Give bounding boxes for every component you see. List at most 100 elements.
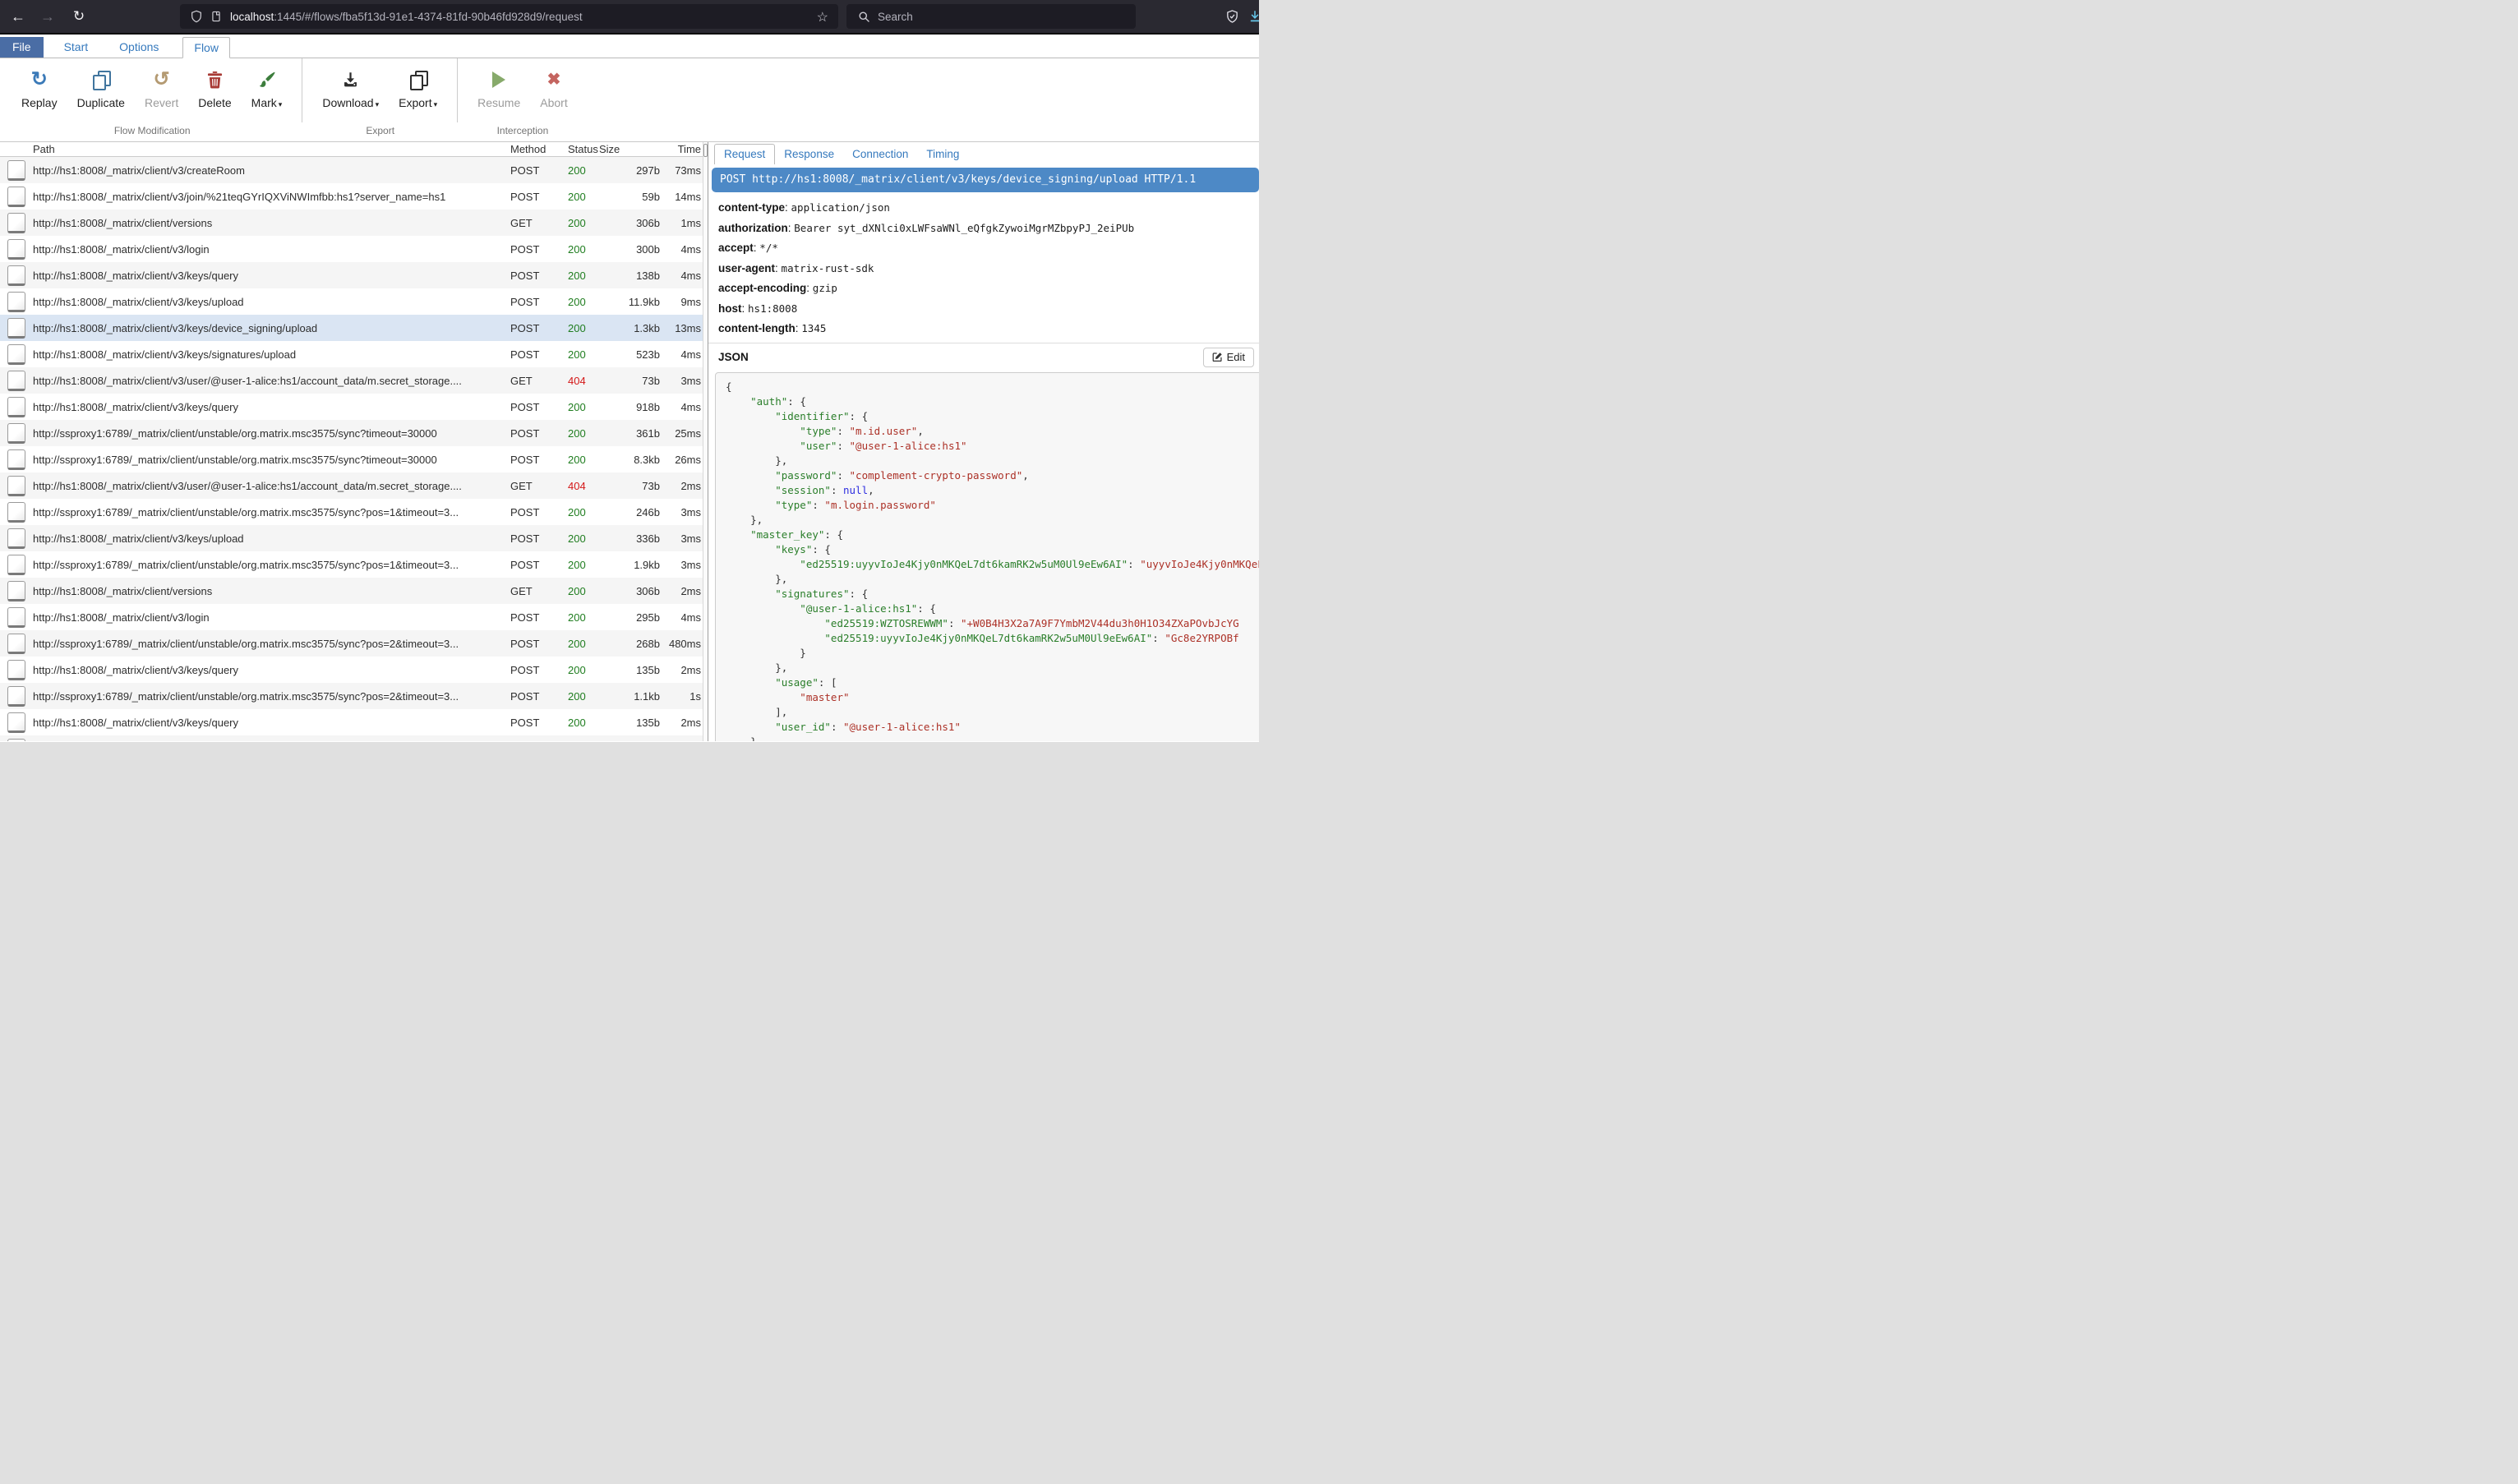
flow-row[interactable]: http://hs1:8008/_matrix/client/versionsG…: [0, 578, 708, 604]
abort-button[interactable]: ✖Abort: [530, 63, 577, 122]
flow-document-icon: [7, 265, 25, 286]
flow-method: GET: [510, 217, 558, 229]
flow-document-icon: [7, 449, 25, 470]
flow-row[interactable]: http://hs1:8008/_matrix/client/v3/keys/q…: [0, 657, 708, 683]
flow-row[interactable]: http://ssproxy1:6789/_matrix/client/unst…: [0, 551, 708, 578]
flow-row[interactable]: http://ssproxy1:6789/_matrix/client/unst…: [0, 420, 708, 446]
flow-document-icon: [7, 239, 25, 260]
flow-list-scrollbar[interactable]: [703, 142, 708, 741]
mark-button[interactable]: Mark▾: [242, 63, 293, 122]
request-header: accept: */*: [718, 242, 1259, 255]
flow-method: POST: [510, 454, 558, 466]
flow-time: 3ms: [660, 506, 701, 518]
flow-row[interactable]: http://hs1:8008/_matrix/client/v3/loginP…: [0, 236, 708, 262]
detail-tabs: RequestResponseConnectionTiming: [714, 144, 1259, 164]
forward-icon[interactable]: →: [36, 0, 59, 33]
flow-method: POST: [510, 690, 558, 703]
flow-size: 306b: [599, 217, 660, 229]
flow-status: 200: [558, 611, 599, 624]
flow-row[interactable]: http://hs1:8008/_matrix/client/v3/keys/q…: [0, 709, 708, 735]
header-value: matrix-rust-sdk: [782, 262, 874, 274]
flow-row[interactable]: http://hs1:8008/_matrix/client/v3/create…: [0, 157, 708, 183]
flow-row[interactable]: http://hs1:8008/_matrix/client/versionsG…: [0, 210, 708, 236]
flow-status: 200: [558, 638, 599, 650]
flow-time: 73ms: [660, 164, 701, 177]
flow-status: 200: [558, 217, 599, 229]
flow-method: POST: [510, 401, 558, 413]
flow-method: POST: [510, 322, 558, 334]
menu-tab-file[interactable]: File: [0, 37, 44, 58]
flow-row[interactable]: http://hs1:8008/_matrix/client/v3/keys/q…: [0, 394, 708, 420]
detail-tab-timing[interactable]: Timing: [917, 145, 968, 164]
url-bar[interactable]: localhost:1445/#/flows/fba5f13d-91e1-437…: [180, 4, 838, 29]
toolbar-group-export: Download▾Export▾Export: [302, 58, 458, 141]
flow-row[interactable]: http://ssproxy1:6789/_matrix/client/unst…: [0, 446, 708, 472]
flow-time: 4ms: [660, 401, 701, 413]
flow-status: 200: [558, 690, 599, 703]
flow-row[interactable]: http://hs1:8008/_matrix/client/v3/keys/s…: [0, 341, 708, 367]
scrollbar-thumb[interactable]: [703, 144, 708, 157]
flow-row[interactable]: http://hs1:8008/_matrix/client/v3/join/%…: [0, 183, 708, 210]
flow-method: POST: [510, 506, 558, 518]
flow-path: http://hs1:8008/_matrix/client/versions: [33, 217, 510, 229]
flow-row[interactable]: http://hs1:8008/_matrix/client/v3/keys/u…: [0, 525, 708, 551]
flow-row[interactable]: http://hs1:8008/_matrix/client/v3/loginP…: [0, 604, 708, 630]
flow-method: POST: [510, 664, 558, 676]
flow-path: http://hs1:8008/_matrix/client/v3/keys/u…: [33, 296, 510, 308]
flow-time: 1s: [660, 690, 701, 703]
star-icon[interactable]: ☆: [817, 9, 828, 25]
flow-time: 2ms: [660, 717, 701, 729]
flow-status: 200: [558, 717, 599, 729]
detail-tab-request[interactable]: Request: [714, 144, 775, 164]
flow-size: 306b: [599, 585, 660, 597]
search-bar[interactable]: Search: [846, 4, 1136, 29]
duplicate-icon: [93, 63, 109, 96]
replay-icon: ↻: [31, 63, 48, 96]
flow-document-icon: [7, 371, 25, 391]
detail-tab-response[interactable]: Response: [775, 145, 843, 164]
back-icon[interactable]: ←: [7, 0, 30, 33]
flow-row[interactable]: http://hs1:8008/_matrix/client/v3/user/@…: [0, 367, 708, 394]
menu-tab-start[interactable]: Start: [53, 37, 99, 58]
edit-button[interactable]: Edit: [1203, 348, 1254, 367]
export-button[interactable]: Export▾: [389, 63, 447, 122]
flow-row[interactable]: http://hs1:8008/_matrix/client/v3/keys/u…: [0, 288, 708, 315]
page-icon[interactable]: [210, 10, 222, 23]
delete-button[interactable]: Delete: [188, 63, 241, 122]
flow-document-icon: [7, 739, 25, 742]
button-label: Delete: [198, 96, 231, 109]
toolbar-group-label: Flow Modification: [2, 122, 302, 141]
flow-row[interactable]: http://hs1:8008/_matrix/client/v3/user/@…: [0, 472, 708, 499]
flow-row[interactable]: http://ssproxy1:6789/_matrix/client/unst…: [0, 683, 708, 709]
flow-row[interactable]: http://hs1:8008/_matrix/client/v3/keys/q…: [0, 262, 708, 288]
flow-row[interactable]: [0, 735, 708, 741]
flow-row[interactable]: http://ssproxy1:6789/_matrix/client/unst…: [0, 630, 708, 657]
menu-tab-flow[interactable]: Flow: [182, 37, 230, 58]
menu-tab-options[interactable]: Options: [108, 37, 169, 58]
flow-row[interactable]: http://ssproxy1:6789/_matrix/client/unst…: [0, 499, 708, 525]
replay-button[interactable]: ↻Replay: [12, 63, 67, 122]
request-line: POST http://hs1:8008/_matrix/client/v3/k…: [712, 168, 1259, 192]
downloads-icon[interactable]: [1247, 9, 1259, 24]
flow-path: http://hs1:8008/_matrix/client/v3/keys/q…: [33, 664, 510, 676]
flow-document-icon: [7, 213, 25, 233]
flow-method: POST: [510, 348, 558, 361]
flow-document-icon: [7, 502, 25, 523]
reload-icon[interactable]: ↻: [67, 0, 90, 33]
request-header: accept-encoding: gzip: [718, 282, 1259, 295]
download-button[interactable]: Download▾: [312, 63, 389, 122]
flow-document-icon: [7, 292, 25, 312]
flow-size: 135b: [599, 664, 660, 676]
flow-row[interactable]: http://hs1:8008/_matrix/client/v3/keys/d…: [0, 315, 708, 341]
resume-icon: [492, 63, 505, 96]
flow-size: 246b: [599, 506, 660, 518]
search-placeholder: Search: [878, 11, 913, 23]
shield-icon[interactable]: [190, 10, 203, 23]
detail-tab-connection[interactable]: Connection: [843, 145, 917, 164]
flow-time: 3ms: [660, 559, 701, 571]
duplicate-button[interactable]: Duplicate: [67, 63, 135, 122]
resume-button[interactable]: Resume: [468, 63, 530, 122]
flow-path: http://hs1:8008/_matrix/client/v3/keys/q…: [33, 401, 510, 413]
revert-button[interactable]: ↺Revert: [135, 63, 188, 122]
shield-check-icon[interactable]: [1225, 9, 1239, 24]
